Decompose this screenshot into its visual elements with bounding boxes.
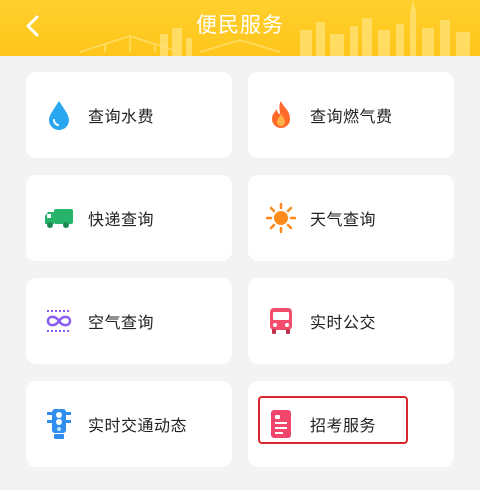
service-card-bus[interactable]: 实时公交 [248, 278, 454, 364]
traffic-light-icon [44, 409, 74, 439]
air-infinity-icon [44, 306, 74, 336]
back-button[interactable] [16, 10, 48, 42]
service-card-gas-bill[interactable]: 查询燃气费 [248, 72, 454, 158]
bus-icon [266, 306, 296, 336]
water-drop-icon [44, 100, 74, 130]
service-label: 空气查询 [88, 313, 155, 332]
city-skyline-decoration [79, 0, 470, 56]
exam-document-icon [266, 409, 296, 439]
service-label: 招考服务 [310, 416, 377, 435]
service-card-air-quality[interactable]: 空气查询 [26, 278, 232, 364]
service-card-exam[interactable]: 招考服务 [248, 381, 454, 467]
service-label: 实时公交 [310, 313, 377, 332]
service-card-weather[interactable]: 天气查询 [248, 175, 454, 261]
service-card-traffic[interactable]: 实时交通动态 [26, 381, 232, 467]
service-card-delivery[interactable]: 快递查询 [26, 175, 232, 261]
service-label: 实时交通动态 [88, 416, 188, 435]
sun-icon [266, 203, 296, 233]
delivery-truck-icon [44, 203, 74, 233]
flame-icon [266, 100, 296, 130]
service-card-water-bill[interactable]: 查询水费 [26, 72, 232, 158]
service-label: 天气查询 [310, 210, 377, 229]
service-label: 查询水费 [88, 107, 155, 126]
service-label: 快递查询 [88, 210, 155, 229]
chevron-left-icon [26, 15, 39, 37]
service-label: 查询燃气费 [310, 107, 393, 126]
header-bar: 便民服务 [0, 0, 480, 56]
